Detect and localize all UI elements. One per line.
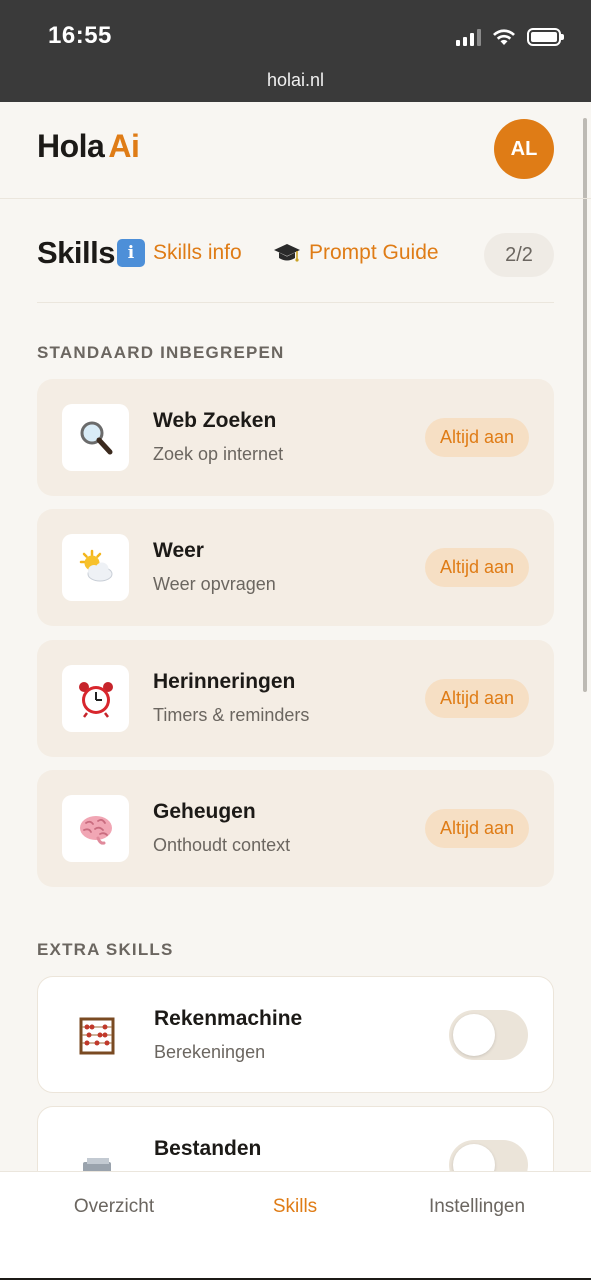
always-on-badge: Altijd aan <box>424 809 529 848</box>
skill-name: Weer <box>153 539 204 562</box>
status-icons <box>456 26 564 48</box>
abacus-icon <box>63 1002 130 1069</box>
skill-name: Bestanden <box>154 1137 262 1160</box>
toggle-knob <box>453 1014 495 1056</box>
graduation-cap-icon <box>274 244 300 262</box>
nav-item-skills[interactable]: Skills <box>205 1196 385 1218</box>
bottom-nav: Overzicht Skills Instellingen <box>0 1171 591 1280</box>
skills-info-label: Skills info <box>153 241 242 264</box>
status-bar: 16:55 holai.nl <box>0 0 591 102</box>
skill-description: Timers & reminders <box>153 705 310 725</box>
page-scrollbar[interactable] <box>583 118 587 692</box>
skills-count-badge: 2/2 <box>484 233 554 277</box>
always-on-badge: Altijd aan <box>424 418 529 457</box>
skill-card-memory: Geheugen Onthoudt context Altijd aan <box>37 770 554 887</box>
brain-icon <box>62 795 129 862</box>
address-url[interactable]: holai.nl <box>0 70 591 91</box>
cellular-signal-icon <box>456 28 481 46</box>
skill-description: Berekeningen <box>154 1042 266 1062</box>
page-title: Skills <box>37 235 116 270</box>
app-logo[interactable]: Hola Ai <box>37 128 140 165</box>
skills-info-link[interactable]: i Skills info <box>117 239 242 267</box>
skill-card-calculator: Rekenmachine Berekeningen <box>37 976 554 1093</box>
skill-toggle[interactable] <box>449 1010 528 1060</box>
prompt-guide-link[interactable]: Prompt Guide <box>273 239 439 267</box>
prompt-guide-label: Prompt Guide <box>309 241 439 264</box>
section-label-extra: EXTRA SKILLS <box>37 940 174 959</box>
skill-description: Onthoudt context <box>153 835 291 855</box>
skill-name: Geheugen <box>153 800 256 823</box>
logo-main: Hola <box>37 128 105 164</box>
nav-item-settings[interactable]: Instellingen <box>387 1196 567 1218</box>
skill-name: Rekenmachine <box>154 1007 303 1030</box>
skill-name: Herinneringen <box>153 670 296 693</box>
divider <box>37 302 554 303</box>
title-row: Skills i Skills info Prompt Guide 2/2 <box>37 230 554 280</box>
skill-card-weather: Weer Weer opvragen Altijd aan <box>37 509 554 626</box>
user-avatar[interactable]: AL <box>494 119 554 179</box>
battery-icon <box>527 28 564 46</box>
alarm-clock-icon <box>62 665 129 732</box>
logo-accent: Ai <box>108 128 140 164</box>
always-on-badge: Altijd aan <box>424 679 529 718</box>
skill-card-reminders: Herinneringen Timers & reminders Altijd … <box>37 640 554 757</box>
always-on-badge: Altijd aan <box>424 548 529 587</box>
sun-cloud-icon <box>62 534 129 601</box>
skill-description: Weer opvragen <box>153 574 276 594</box>
magnifier-icon <box>62 404 129 471</box>
status-time: 16:55 <box>48 22 112 49</box>
skill-card-web-search: Web Zoeken Zoek op internet Altijd aan <box>37 379 554 496</box>
nav-item-overview[interactable]: Overzicht <box>24 1196 204 1218</box>
info-icon: i <box>117 239 145 267</box>
section-label-standard: STANDAARD INBEGREPEN <box>37 343 285 362</box>
app-header: Hola Ai AL <box>0 102 591 199</box>
skill-name: Web Zoeken <box>153 409 277 432</box>
skill-description: Zoek op internet <box>153 444 284 464</box>
wifi-icon <box>493 29 515 45</box>
